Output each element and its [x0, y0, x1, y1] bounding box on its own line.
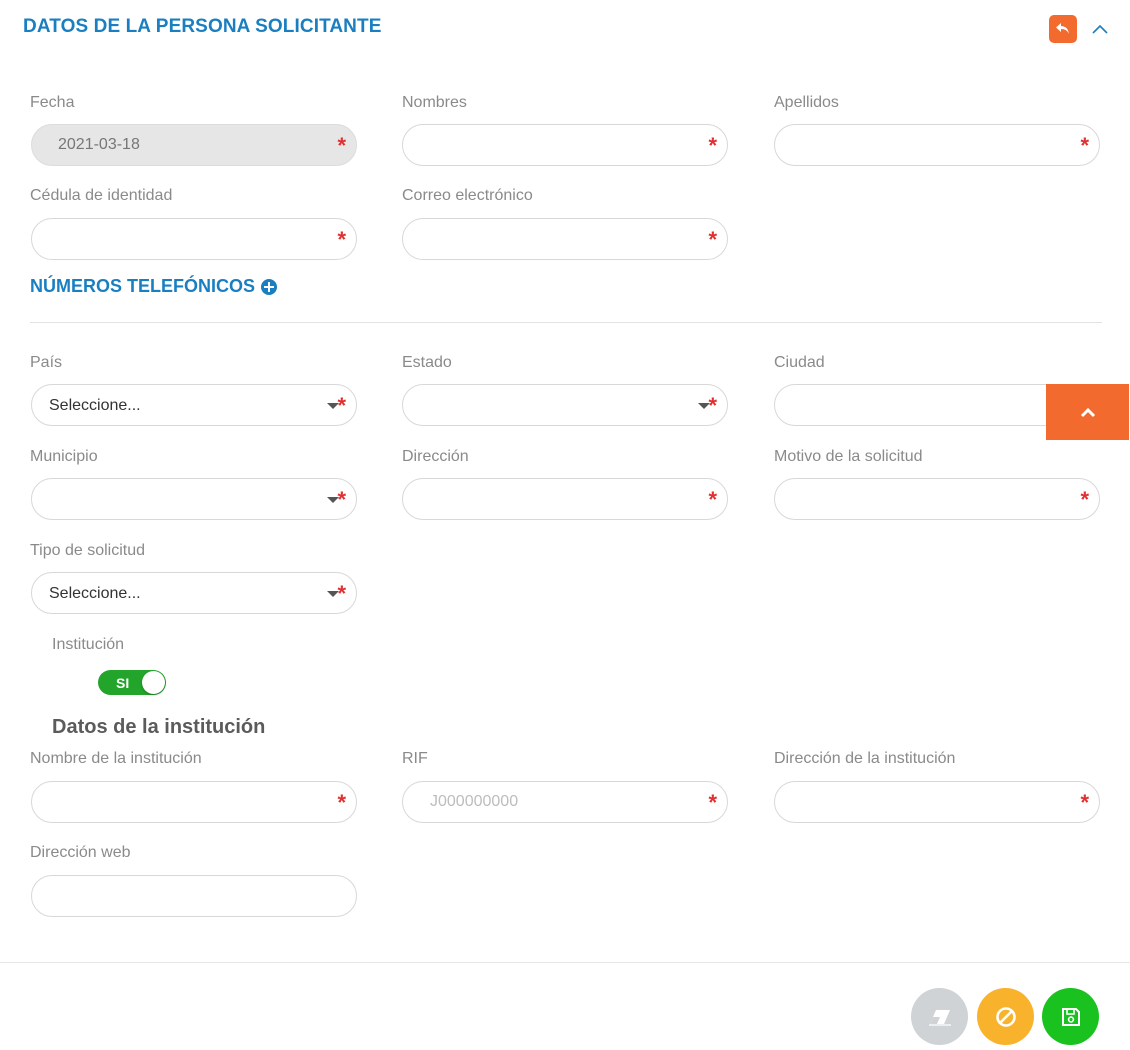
phones-title-text: NÚMEROS TELEFÓNICOS	[30, 276, 256, 296]
toggle-knob	[142, 671, 165, 694]
required-mark: *	[1080, 790, 1089, 815]
plus-circle-icon[interactable]	[261, 278, 278, 295]
rif-field[interactable]: J000000000 *	[402, 781, 728, 823]
direccion-inst-label: Dirección de la institución	[774, 750, 956, 767]
pais-select[interactable]: Seleccione... *	[31, 384, 357, 426]
required-mark: *	[708, 393, 717, 418]
footer-divider	[0, 962, 1130, 963]
required-mark: *	[337, 581, 346, 606]
pais-label: País	[30, 354, 63, 371]
cedula-field[interactable]: *	[31, 218, 357, 260]
web-field[interactable]	[31, 875, 357, 917]
apellidos-field[interactable]: *	[774, 124, 1100, 166]
required-mark: *	[337, 227, 346, 252]
pais-selected-value: Seleccione...	[49, 397, 141, 414]
required-mark: *	[337, 133, 346, 158]
motivo-label: Motivo de la solicitud	[774, 448, 923, 465]
correo-label: Correo electrónico	[402, 187, 533, 204]
direccion-field[interactable]: *	[402, 478, 728, 520]
nombres-label: Nombres	[402, 94, 467, 111]
required-mark: *	[337, 487, 346, 512]
required-mark: *	[708, 133, 717, 158]
rif-label: RIF	[402, 750, 428, 767]
phones-section-title: NÚMEROS TELEFÓNICOS	[30, 276, 278, 297]
motivo-field[interactable]: *	[774, 478, 1100, 520]
municipio-select[interactable]: *	[31, 478, 357, 520]
fecha-field: 2021-03-18 *	[31, 124, 357, 166]
page-title: DATOS DE LA PERSONA SOLICITANTE	[23, 16, 382, 37]
web-label: Dirección web	[30, 844, 131, 861]
apellidos-label: Apellidos	[774, 94, 839, 111]
institucion-toggle[interactable]: SI	[98, 670, 166, 695]
save-button[interactable]	[1042, 988, 1099, 1045]
ban-icon	[995, 1006, 1016, 1027]
required-mark: *	[708, 487, 717, 512]
tipo-label: Tipo de solicitud	[30, 542, 146, 559]
direccion-inst-field[interactable]: *	[774, 781, 1100, 823]
estado-label: Estado	[402, 354, 452, 371]
institucion-label: Institución	[52, 636, 125, 653]
toggle-label: SI	[116, 675, 130, 691]
correo-field[interactable]: *	[402, 218, 728, 260]
clear-button[interactable]	[911, 988, 968, 1045]
scroll-top-button[interactable]	[1046, 384, 1129, 440]
cedula-label: Cédula de identidad	[30, 187, 173, 204]
section-divider	[30, 322, 1102, 323]
fecha-label: Fecha	[30, 94, 75, 111]
eraser-icon	[928, 1009, 951, 1026]
direccion-label: Dirección	[402, 448, 469, 465]
chevron-up-icon	[1092, 24, 1108, 34]
estado-select[interactable]: *	[402, 384, 728, 426]
rif-placeholder: J000000000	[430, 793, 519, 810]
nombre-inst-field[interactable]: *	[31, 781, 357, 823]
fecha-value: 2021-03-18	[58, 136, 140, 153]
required-mark: *	[708, 790, 717, 815]
nombre-inst-label: Nombre de la institución	[30, 750, 202, 767]
chevron-up-icon	[1080, 407, 1095, 418]
tipo-selected-value: Seleccione...	[49, 585, 141, 602]
required-mark: *	[337, 790, 346, 815]
nombres-field[interactable]: *	[402, 124, 728, 166]
undo-arrow-icon	[1056, 23, 1069, 34]
tipo-select[interactable]: Seleccione... *	[31, 572, 357, 614]
required-mark: *	[337, 393, 346, 418]
back-button[interactable]	[1049, 15, 1077, 43]
collapse-button[interactable]	[1089, 20, 1111, 38]
required-mark: *	[1080, 487, 1089, 512]
floppy-disk-icon	[1061, 1007, 1080, 1026]
required-mark: *	[708, 227, 717, 252]
institution-section-title: Datos de la institución	[52, 716, 266, 738]
cancel-button[interactable]	[977, 988, 1034, 1045]
required-mark: *	[1080, 133, 1089, 158]
ciudad-label: Ciudad	[774, 354, 825, 371]
municipio-label: Municipio	[30, 448, 98, 465]
